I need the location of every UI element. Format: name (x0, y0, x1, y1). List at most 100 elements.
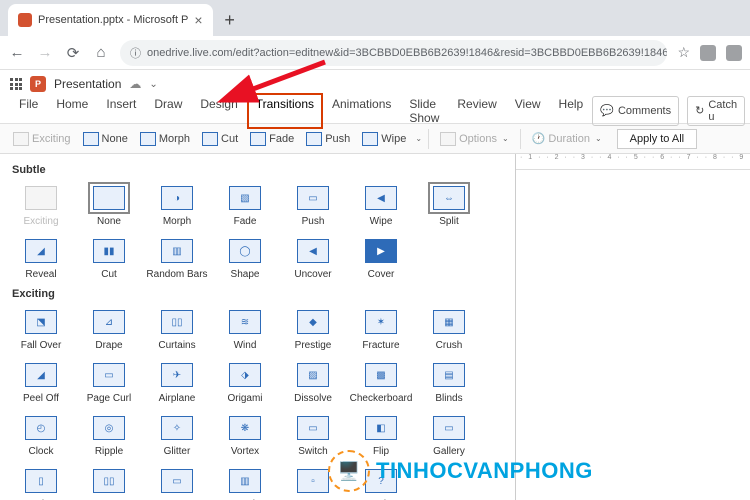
transition-icon: ⊿ (93, 310, 125, 334)
menu-review[interactable]: Review (448, 93, 505, 129)
transition-label: Blinds (435, 393, 462, 404)
transition-push[interactable]: ▭Push (282, 182, 344, 227)
transition-random-bars[interactable]: ▥Random Bars (146, 235, 208, 280)
transition-random[interactable]: ?Random (350, 465, 412, 500)
transition-uncover[interactable]: ◀Uncover (282, 235, 344, 280)
comment-icon: 💬 (600, 104, 614, 117)
transition-airplane[interactable]: ✈Airplane (146, 359, 208, 404)
ribbon-transition-morph[interactable]: Morph (135, 130, 195, 148)
transition-crush[interactable]: ▦Crush (418, 306, 480, 351)
reload-icon[interactable]: ⟳ (64, 44, 82, 62)
transition-vortex[interactable]: ❋Vortex (214, 412, 276, 457)
close-tab-icon[interactable]: × (194, 12, 202, 28)
transition-glitter[interactable]: ✧Glitter (146, 412, 208, 457)
transition-flip[interactable]: ◧Flip (350, 412, 412, 457)
menu-home[interactable]: Home (47, 93, 97, 129)
ribbon-transition-push[interactable]: Push (301, 130, 355, 148)
transition-origami[interactable]: ⬗Origami (214, 359, 276, 404)
transition-gallery[interactable]: ▭Gallery (418, 412, 480, 457)
back-icon[interactable]: ← (8, 44, 26, 61)
transition-clock[interactable]: ◴Clock (10, 412, 72, 457)
menu-transitions[interactable]: Transitions (247, 93, 323, 129)
transition-icon: ✈ (161, 363, 193, 387)
browser-tab[interactable]: Presentation.pptx - Microsoft P × (8, 4, 213, 36)
transition-shape[interactable]: ◯Shape (214, 235, 276, 280)
ribbon-transition-none[interactable]: None (78, 130, 133, 148)
site-info-icon[interactable]: ⓘ (130, 45, 141, 61)
transition-switch[interactable]: ▭ Switch (282, 412, 344, 457)
menu-view[interactable]: View (506, 93, 550, 129)
transition-label: None (97, 216, 121, 227)
transition-label: Shape (231, 269, 260, 280)
transition-icon: ▯ (25, 469, 57, 493)
menu-slide-show[interactable]: Slide Show (400, 93, 448, 129)
home-icon[interactable]: ⌂ (92, 44, 110, 61)
ribbon-transition-wipe[interactable]: Wipe (357, 130, 411, 148)
transition-wind[interactable]: ≋Wind (214, 306, 276, 351)
ribbon-transition-exciting[interactable]: Exciting (8, 130, 76, 148)
gallery-expand-icon[interactable]: ⌄ (415, 134, 422, 143)
apply-to-all-button[interactable]: Apply to All (617, 129, 697, 149)
transition-zoom[interactable]: ▫Zoom (282, 465, 344, 500)
transition-fracture[interactable]: ✶Fracture (350, 306, 412, 351)
transition-doors[interactable]: ▯▯Doors (78, 465, 140, 500)
effect-options-button[interactable]: Options⌄ (435, 130, 514, 148)
transition-blinds[interactable]: ▤Blinds (418, 359, 480, 404)
transition-box[interactable]: ▭Box (146, 465, 208, 500)
transition-icon: ▭ (161, 469, 193, 493)
bookmark-icon[interactable]: ☆ (677, 44, 690, 61)
transition-icon: ◀ (365, 186, 397, 210)
transition-page-curl[interactable]: ▭Page Curl (78, 359, 140, 404)
duration-control[interactable]: 🕐Duration⌄ (527, 130, 607, 147)
transition-label: Fade (234, 216, 257, 227)
transition-exciting[interactable]: Exciting (10, 182, 72, 227)
menu-draw[interactable]: Draw (145, 93, 191, 129)
transition-icon: ▭ (297, 416, 329, 440)
transition-icon: ◎ (93, 416, 125, 440)
slide-canvas-panel: · 1 · · 2 · · 3 · · 4 · · 5 · · 6 · · 7 … (515, 154, 750, 500)
transition-icon: ▭ (297, 186, 329, 210)
transition-dissolve[interactable]: ▨Dissolve (282, 359, 344, 404)
transition-comb[interactable]: ▥Comb (214, 465, 276, 500)
transition-fall-over[interactable]: ⬔Fall Over (10, 306, 72, 351)
ribbon-transition-cut[interactable]: Cut (197, 130, 243, 148)
browser-address-bar: ← → ⟳ ⌂ ⓘ onedrive.live.com/edit?action=… (0, 36, 750, 70)
transition-cover[interactable]: ▶Cover (350, 235, 412, 280)
document-title[interactable]: Presentation (54, 77, 121, 91)
url-field[interactable]: ⓘ onedrive.live.com/edit?action=editnew&… (120, 40, 667, 66)
powerpoint-favicon (18, 13, 32, 27)
transition-checkerboard[interactable]: ▩Checkerboard (350, 359, 412, 404)
transition-morph[interactable]: ◑Morph (146, 182, 208, 227)
extension-icon[interactable] (726, 45, 742, 61)
transition-cut[interactable]: ▮▮Cut (78, 235, 140, 280)
menu-animations[interactable]: Animations (323, 93, 400, 129)
app-launcher-icon[interactable] (10, 78, 22, 90)
title-dropdown-icon[interactable]: ⌄ (149, 79, 157, 90)
menu-file[interactable]: File (10, 93, 47, 129)
transition-drape[interactable]: ⊿Drape (78, 306, 140, 351)
transition-split[interactable]: ⇔Split (418, 182, 480, 227)
transition-icon: ⇔ (433, 186, 465, 210)
transition-peel-off[interactable]: ◢Peel Off (10, 359, 72, 404)
menu-help[interactable]: Help (550, 93, 593, 129)
comments-button[interactable]: 💬Comments (592, 96, 679, 126)
catch-up-button[interactable]: ↻Catch u (687, 96, 745, 126)
transition-label: Switch (298, 446, 327, 457)
transition-none[interactable]: None (78, 182, 140, 227)
transition-fade[interactable]: ▧Fade (214, 182, 276, 227)
transition-cube[interactable]: ▯Cube (10, 465, 72, 500)
transition-ripple[interactable]: ◎Ripple (78, 412, 140, 457)
new-tab-button[interactable]: + (217, 7, 243, 33)
ribbon-transition-fade[interactable]: Fade (245, 130, 299, 148)
transition-icon: ▫ (297, 469, 329, 493)
transition-curtains[interactable]: ▯▯Curtains (146, 306, 208, 351)
extension-icon[interactable] (700, 45, 716, 61)
transition-wipe[interactable]: ◀Wipe (350, 182, 412, 227)
transition-icon: ◆ (297, 310, 329, 334)
menu-insert[interactable]: Insert (97, 93, 145, 129)
transition-icon: ▨ (297, 363, 329, 387)
menu-design[interactable]: Design (191, 93, 246, 129)
transition-prestige[interactable]: ◆Prestige (282, 306, 344, 351)
transition-icon: ◢ (25, 363, 57, 387)
transition-reveal[interactable]: ◢Reveal (10, 235, 72, 280)
